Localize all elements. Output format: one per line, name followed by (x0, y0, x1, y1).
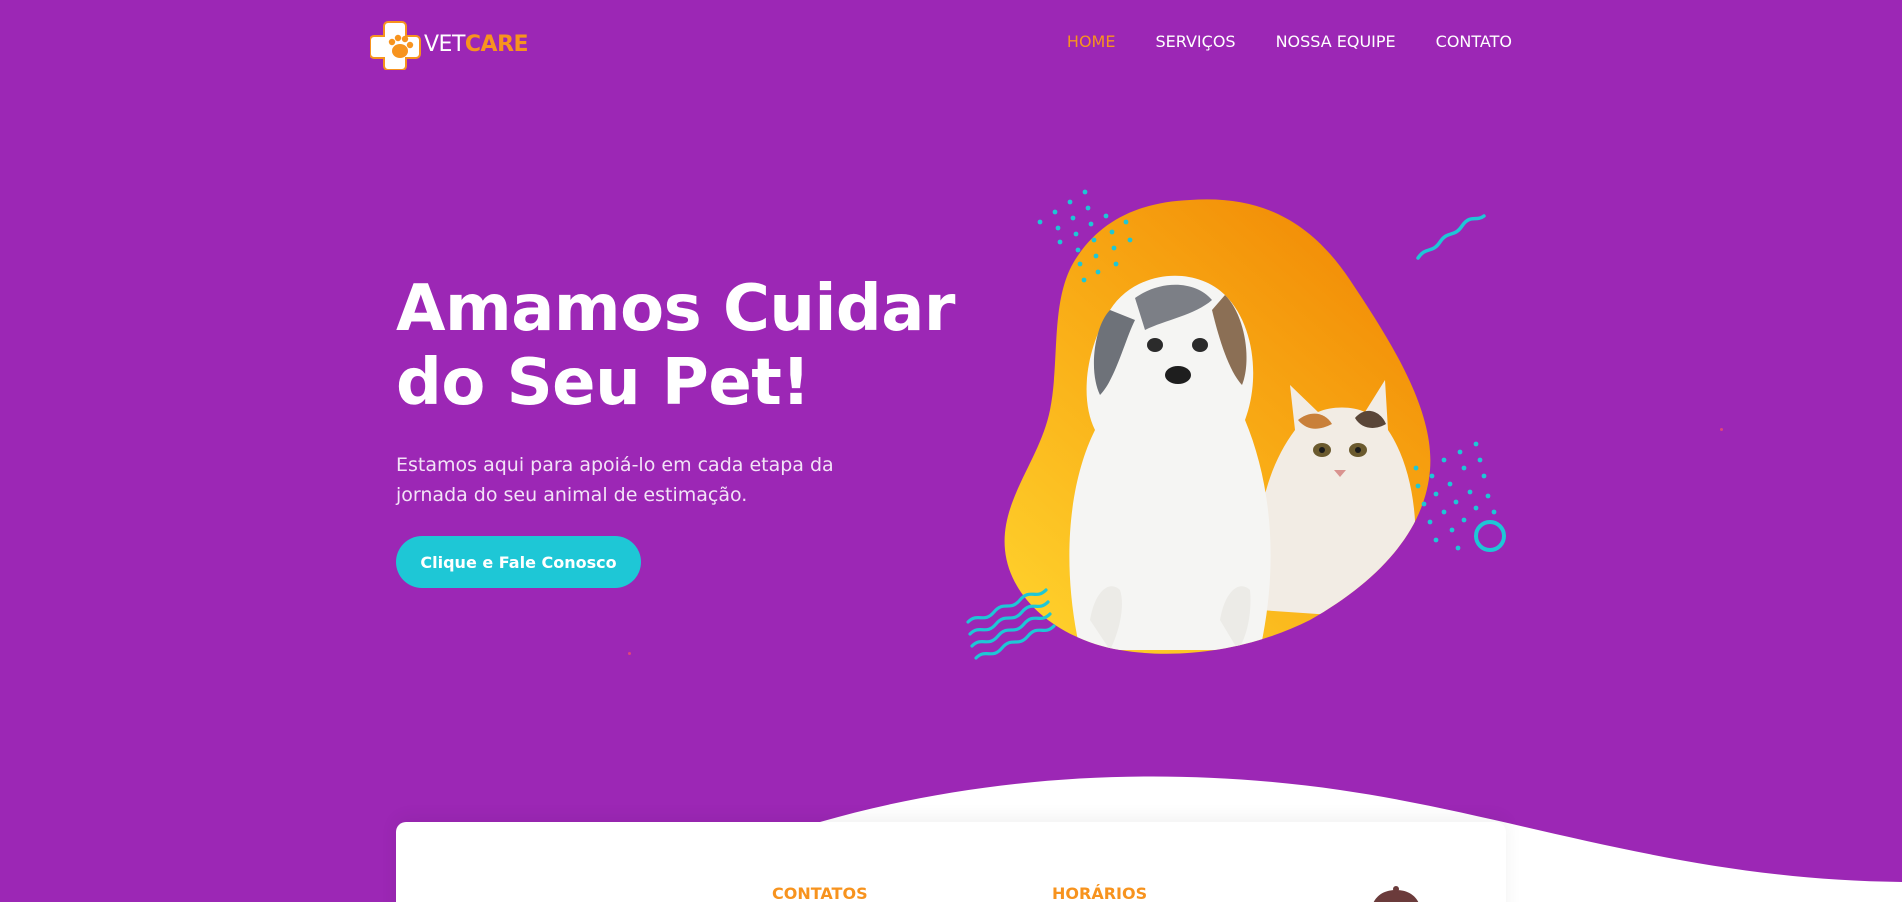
nav-item-nossa-equipe[interactable]: NOSSA EQUIPE (1276, 32, 1396, 51)
brand-name: VETCARE (424, 31, 529, 57)
info-card (396, 822, 1506, 902)
hero-title: Amamos Cuidar do Seu Pet! (396, 272, 956, 420)
pet-illustration-icon (966, 189, 1506, 660)
ring-decor (1474, 520, 1506, 552)
dog-figure (1069, 275, 1271, 650)
contact-cta-button[interactable]: Clique e Fale Conosco (396, 536, 641, 588)
brand-care: CARE (464, 31, 529, 57)
decor-dot (628, 652, 631, 655)
squiggle-top-right (1416, 214, 1486, 260)
brand-vet: VET (424, 31, 465, 57)
hero-title-line-2: do Seu Pet! (396, 346, 811, 420)
nav-item-contato[interactable]: CONTATO (1436, 32, 1512, 51)
landing-page: VETCARE HOME SERVIÇOS NOSSA EQUIPE CONTA… (0, 0, 1902, 902)
hero-subtitle: Estamos aqui para apoiá-lo em cada etapa… (396, 454, 834, 506)
nav-menu: HOME SERVIÇOS NOSSA EQUIPE CONTATO (1067, 32, 1512, 51)
hours-heading: HORÁRIOS (1052, 884, 1148, 902)
pet-bowl-icon (1373, 886, 1419, 902)
brand-logo[interactable]: VETCARE (370, 18, 529, 70)
paw-cross-logo-icon (370, 21, 421, 70)
nav-item-servicos[interactable]: SERVIÇOS (1155, 32, 1235, 51)
contacts-heading: CONTATOS (772, 884, 868, 902)
nav-item-home[interactable]: HOME (1067, 32, 1116, 51)
decor-dot (1720, 428, 1723, 431)
top-navigation: VETCARE HOME SERVIÇOS NOSSA EQUIPE CONTA… (370, 0, 1902, 90)
hero-title-line-1: Amamos Cuidar (396, 272, 955, 346)
